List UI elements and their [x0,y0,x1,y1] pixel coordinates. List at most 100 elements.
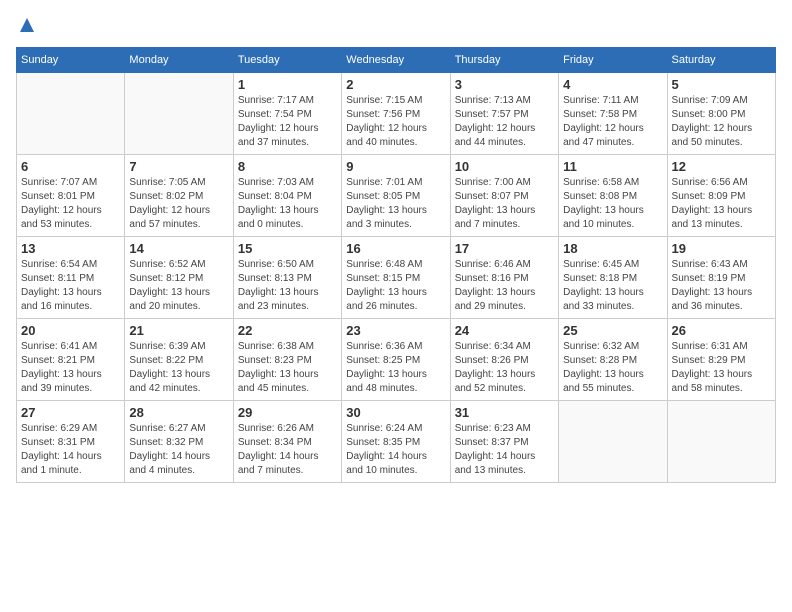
day-info: Sunrise: 6:41 AM Sunset: 8:21 PM Dayligh… [21,340,120,396]
calendar-week-row: 20 Sunrise: 6:41 AM Sunset: 8:21 PM Dayli… [17,319,776,401]
day-info: Sunrise: 6:24 AM Sunset: 8:35 PM Dayligh… [346,422,445,478]
day-number: 2 [346,77,445,92]
day-info: Sunrise: 6:34 AM Sunset: 8:26 PM Dayligh… [455,340,554,396]
calendar-cell: 21 Sunrise: 6:39 AM Sunset: 8:22 PM Dayli… [125,319,233,401]
calendar-day-header: Tuesday [233,48,341,73]
day-info: Sunrise: 7:11 AM Sunset: 7:58 PM Dayligh… [563,94,662,150]
day-info: Sunrise: 6:46 AM Sunset: 8:16 PM Dayligh… [455,258,554,314]
calendar-cell: 29 Sunrise: 6:26 AM Sunset: 8:34 PM Dayli… [233,401,341,483]
calendar-cell: 5 Sunrise: 7:09 AM Sunset: 8:00 PM Daylig… [667,73,775,155]
day-number: 25 [563,323,662,338]
calendar-cell: 3 Sunrise: 7:13 AM Sunset: 7:57 PM Daylig… [450,73,558,155]
calendar-week-row: 13 Sunrise: 6:54 AM Sunset: 8:11 PM Dayli… [17,237,776,319]
day-number: 6 [21,159,120,174]
day-number: 3 [455,77,554,92]
day-number: 9 [346,159,445,174]
calendar-day-header: Friday [559,48,667,73]
day-info: Sunrise: 7:07 AM Sunset: 8:01 PM Dayligh… [21,176,120,232]
day-number: 13 [21,241,120,256]
day-number: 19 [672,241,771,256]
calendar-cell: 12Sunrise: 6:56 AM Sunset: 8:09 PM Dayli… [667,155,775,237]
day-number: 31 [455,405,554,420]
calendar-cell: 13 Sunrise: 6:54 AM Sunset: 8:11 PM Dayli… [17,237,125,319]
day-info: Sunrise: 7:05 AM Sunset: 8:02 PM Dayligh… [129,176,228,232]
day-number: 27 [21,405,120,420]
calendar-cell: 19 Sunrise: 6:43 AM Sunset: 8:19 PM Dayli… [667,237,775,319]
day-info: Sunrise: 6:52 AM Sunset: 8:12 PM Dayligh… [129,258,228,314]
calendar-cell: 15 Sunrise: 6:50 AM Sunset: 8:13 PM Dayli… [233,237,341,319]
day-number: 16 [346,241,445,256]
calendar-cell: 20 Sunrise: 6:41 AM Sunset: 8:21 PM Dayli… [17,319,125,401]
calendar-cell: 14 Sunrise: 6:52 AM Sunset: 8:12 PM Dayli… [125,237,233,319]
calendar-week-row: 1Sunrise: 7:17 AM Sunset: 7:54 PM Daylig… [17,73,776,155]
day-number: 21 [129,323,228,338]
calendar-cell: 23 Sunrise: 6:36 AM Sunset: 8:25 PM Dayli… [342,319,450,401]
day-info: Sunrise: 7:00 AM Sunset: 8:07 PM Dayligh… [455,176,554,232]
day-info: Sunrise: 7:15 AM Sunset: 7:56 PM Dayligh… [346,94,445,150]
calendar-cell: 26 Sunrise: 6:31 AM Sunset: 8:29 PM Dayli… [667,319,775,401]
day-number: 26 [672,323,771,338]
calendar-cell: 16 Sunrise: 6:48 AM Sunset: 8:15 PM Dayli… [342,237,450,319]
day-info: Sunrise: 7:17 AM Sunset: 7:54 PM Dayligh… [238,94,337,150]
day-number: 11 [563,159,662,174]
day-number: 20 [21,323,120,338]
day-info: Sunrise: 6:50 AM Sunset: 8:13 PM Dayligh… [238,258,337,314]
day-number: 29 [238,405,337,420]
day-info: Sunrise: 6:39 AM Sunset: 8:22 PM Dayligh… [129,340,228,396]
day-info: Sunrise: 6:58 AM Sunset: 8:08 PM Dayligh… [563,176,662,232]
day-info: Sunrise: 6:29 AM Sunset: 8:31 PM Dayligh… [21,422,120,478]
calendar-day-header: Sunday [17,48,125,73]
calendar-cell: 17 Sunrise: 6:46 AM Sunset: 8:16 PM Dayli… [450,237,558,319]
day-number: 5 [672,77,771,92]
day-number: 10 [455,159,554,174]
page-header [16,16,776,39]
day-number: 12 [672,159,771,174]
calendar-cell: 11 Sunrise: 6:58 AM Sunset: 8:08 PM Dayli… [559,155,667,237]
day-number: 15 [238,241,337,256]
calendar-cell: 27 Sunrise: 6:29 AM Sunset: 8:31 PM Dayli… [17,401,125,483]
calendar-cell: 6 Sunrise: 7:07 AM Sunset: 8:01 PM Daylig… [17,155,125,237]
day-info: Sunrise: 6:54 AM Sunset: 8:11 PM Dayligh… [21,258,120,314]
day-number: 17 [455,241,554,256]
day-number: 8 [238,159,337,174]
day-info: Sunrise: 6:32 AM Sunset: 8:28 PM Dayligh… [563,340,662,396]
calendar-cell: 25 Sunrise: 6:32 AM Sunset: 8:28 PM Dayli… [559,319,667,401]
day-number: 14 [129,241,228,256]
calendar-cell: 8 Sunrise: 7:03 AM Sunset: 8:04 PM Daylig… [233,155,341,237]
day-info: Sunrise: 6:23 AM Sunset: 8:37 PM Dayligh… [455,422,554,478]
day-number: 30 [346,405,445,420]
calendar-cell: 10 Sunrise: 7:00 AM Sunset: 8:07 PM Dayli… [450,155,558,237]
calendar-day-header: Saturday [667,48,775,73]
calendar-cell: 24 Sunrise: 6:34 AM Sunset: 8:26 PM Dayli… [450,319,558,401]
day-info: Sunrise: 6:48 AM Sunset: 8:15 PM Dayligh… [346,258,445,314]
day-number: 7 [129,159,228,174]
day-info: Sunrise: 6:45 AM Sunset: 8:18 PM Dayligh… [563,258,662,314]
logo [16,16,36,39]
day-info: Sunrise: 6:26 AM Sunset: 8:34 PM Dayligh… [238,422,337,478]
calendar-cell [125,73,233,155]
calendar-week-row: 27 Sunrise: 6:29 AM Sunset: 8:31 PM Dayli… [17,401,776,483]
calendar-cell: 31 Sunrise: 6:23 AM Sunset: 8:37 PM Dayli… [450,401,558,483]
day-info: Sunrise: 6:31 AM Sunset: 8:29 PM Dayligh… [672,340,771,396]
day-number: 18 [563,241,662,256]
day-info: Sunrise: 6:43 AM Sunset: 8:19 PM Dayligh… [672,258,771,314]
day-number: 23 [346,323,445,338]
calendar-table: SundayMondayTuesdayWednesdayThursdayFrid… [16,47,776,483]
calendar-cell [17,73,125,155]
calendar-cell: 28Sunrise: 6:27 AM Sunset: 8:32 PM Dayli… [125,401,233,483]
day-number: 22 [238,323,337,338]
day-info: Sunrise: 7:13 AM Sunset: 7:57 PM Dayligh… [455,94,554,150]
calendar-cell [559,401,667,483]
calendar-day-header: Monday [125,48,233,73]
day-number: 24 [455,323,554,338]
day-info: Sunrise: 6:36 AM Sunset: 8:25 PM Dayligh… [346,340,445,396]
calendar-cell: 1Sunrise: 7:17 AM Sunset: 7:54 PM Daylig… [233,73,341,155]
day-info: Sunrise: 7:03 AM Sunset: 8:04 PM Dayligh… [238,176,337,232]
calendar-cell: 2 Sunrise: 7:15 AM Sunset: 7:56 PM Daylig… [342,73,450,155]
calendar-day-header: Thursday [450,48,558,73]
day-number: 28 [129,405,228,420]
day-info: Sunrise: 7:09 AM Sunset: 8:00 PM Dayligh… [672,94,771,150]
calendar-cell: 7 Sunrise: 7:05 AM Sunset: 8:02 PM Daylig… [125,155,233,237]
day-info: Sunrise: 6:38 AM Sunset: 8:23 PM Dayligh… [238,340,337,396]
calendar-cell [667,401,775,483]
